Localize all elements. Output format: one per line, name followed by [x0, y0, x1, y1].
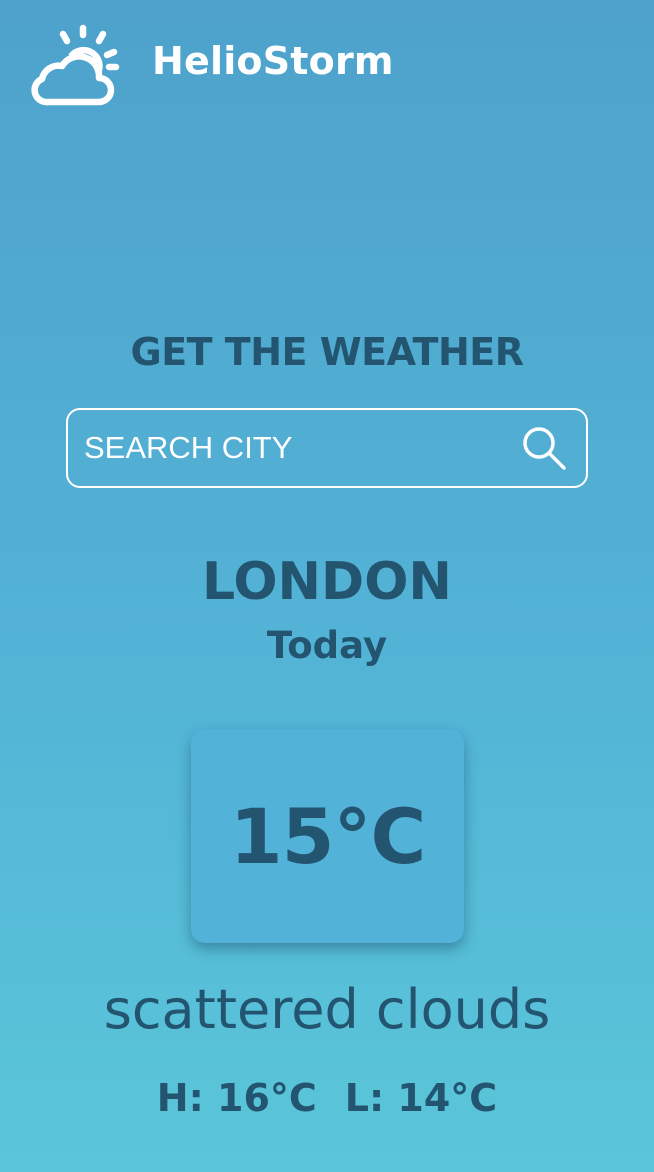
- low-temperature: L: 14°C: [344, 1076, 498, 1120]
- brand-header: HelioStorm: [28, 22, 394, 112]
- sun-cloud-icon: [31, 24, 120, 106]
- search-input[interactable]: [84, 430, 520, 466]
- city-name: LONDON: [202, 552, 452, 612]
- high-temperature: H: 16°C: [156, 1076, 317, 1120]
- temperature-card: 15°C: [191, 729, 464, 943]
- search-heading: GET THE WEATHER: [130, 330, 524, 374]
- high-low-temperatures: H: 16°C L: 14°C: [0, 1076, 654, 1120]
- weather-description: scattered clouds: [103, 978, 551, 1041]
- search-bar: [66, 408, 588, 488]
- search-icon[interactable]: [520, 424, 568, 472]
- day-label: Today: [266, 624, 388, 667]
- current-temperature: 15°C: [229, 791, 427, 881]
- app-name: HelioStorm: [152, 39, 394, 83]
- weather-app: HelioStorm GET THE WEATHER LONDON Today …: [0, 0, 654, 1172]
